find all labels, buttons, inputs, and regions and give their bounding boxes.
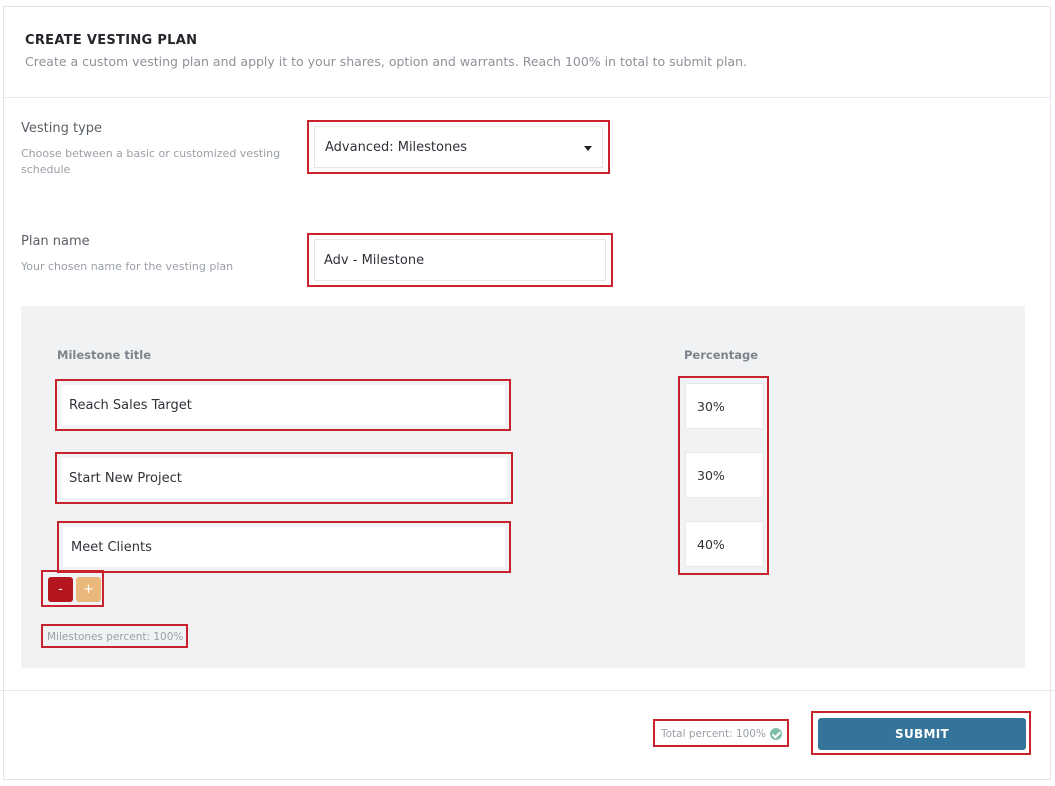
plan-name-input[interactable]: Adv - Milestone [314, 239, 606, 281]
remove-milestone-button[interactable]: - [48, 577, 73, 602]
check-circle-icon [769, 728, 782, 740]
vesting-type-value: Advanced: Milestones [325, 139, 467, 155]
percentage-input[interactable]: 30% [685, 452, 764, 498]
vesting-type-highlight: Advanced: Milestones [307, 120, 610, 174]
total-percent-text: Total percent: 100% [661, 728, 766, 740]
milestones-percent-text: Milestones percent: 100% [47, 631, 184, 643]
add-remove-highlight: - + [41, 570, 104, 607]
milestone-row-2-highlight: Start New Project [55, 452, 513, 504]
percentage-input[interactable]: 40% [685, 521, 764, 567]
footer-divider [0, 690, 1055, 691]
milestone-title-header: Milestone title [57, 348, 152, 362]
submit-highlight: SUBMIT [811, 711, 1031, 755]
plan-name-label: Plan name [21, 234, 90, 249]
milestones-percent-highlight: Milestones percent: 100% [41, 624, 188, 648]
total-percent: Total percent: 100% [661, 728, 782, 740]
submit-button[interactable]: SUBMIT [818, 718, 1026, 750]
percentage-header: Percentage [684, 348, 758, 362]
milestone-title-input[interactable]: Start New Project [61, 458, 507, 498]
milestones-panel: Milestone title Percentage Reach Sales T… [21, 306, 1025, 668]
add-milestone-button[interactable]: + [76, 577, 101, 602]
total-percent-highlight: Total percent: 100% [653, 719, 789, 747]
vesting-type-select[interactable]: Advanced: Milestones [314, 126, 603, 168]
percentage-group-highlight: 30% 30% 40% [678, 376, 769, 575]
page-title: CREATE VESTING PLAN [25, 33, 198, 48]
milestone-row-1-highlight: Reach Sales Target [55, 379, 511, 431]
plan-name-description: Your chosen name for the vesting plan [21, 260, 234, 273]
caret-down-icon [584, 146, 592, 151]
vesting-type-label: Vesting type [21, 121, 103, 136]
percentage-input[interactable]: 30% [685, 383, 764, 429]
card-header: CREATE VESTING PLAN Create a custom vest… [4, 7, 1050, 98]
plan-name-highlight: Adv - Milestone [307, 233, 613, 287]
milestone-title-input[interactable]: Meet Clients [63, 527, 505, 567]
milestone-row-3-highlight: Meet Clients [57, 521, 511, 573]
vesting-type-description: Choose between a basic or customized ves… [21, 147, 281, 176]
milestone-title-input[interactable]: Reach Sales Target [61, 385, 505, 425]
page-subtitle: Create a custom vesting plan and apply i… [25, 54, 747, 69]
